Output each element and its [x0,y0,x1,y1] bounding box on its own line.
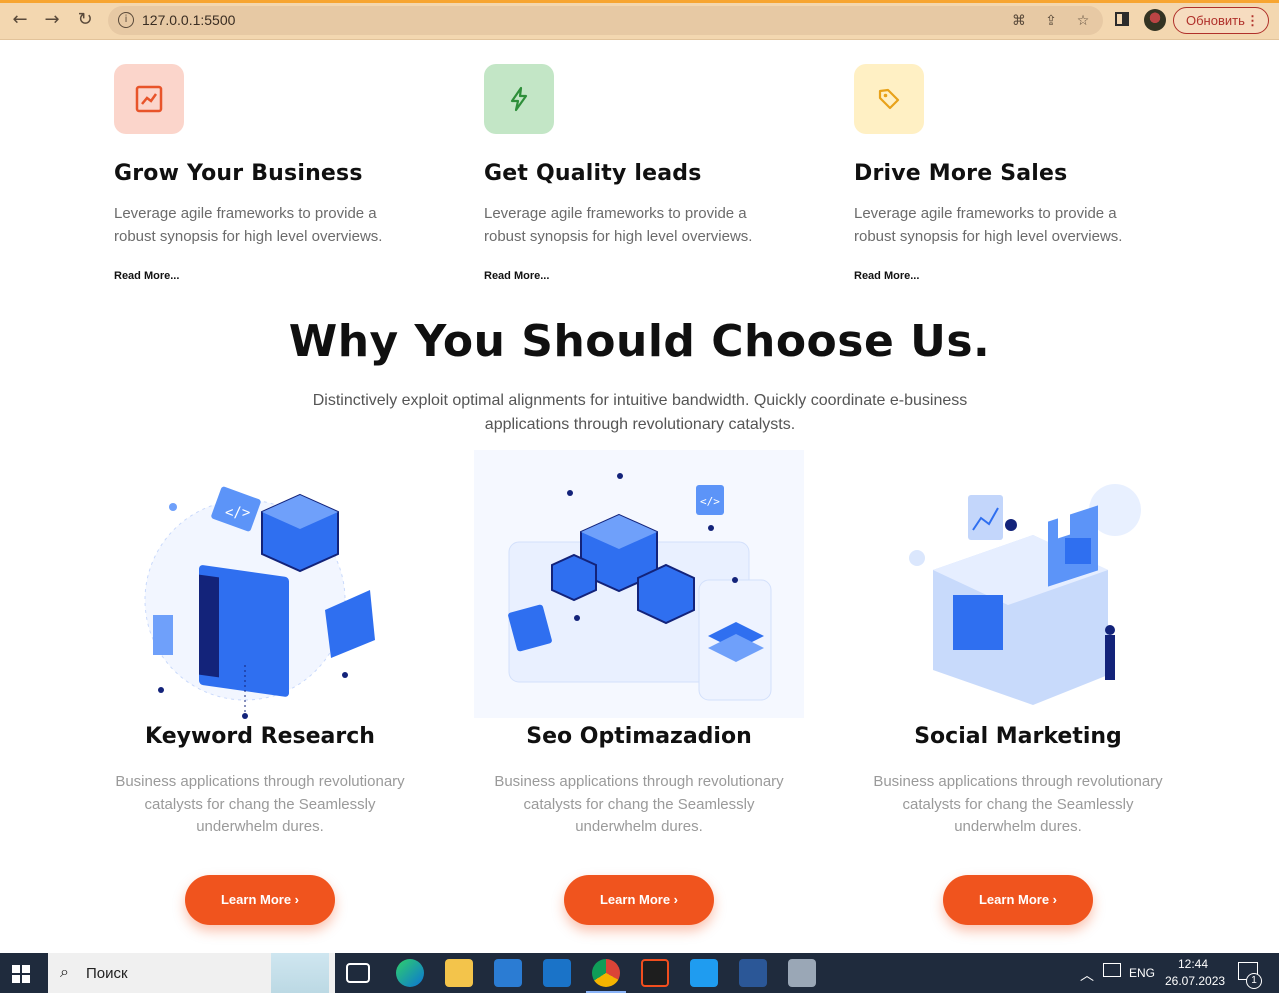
keyword-research-illustration: </> [95,450,425,720]
social-marketing-illustration [853,450,1183,720]
address-bar[interactable]: i 127.0.0.1:5500 ⌘ ⇪ ☆ [108,6,1103,35]
site-info-icon[interactable]: i [118,12,134,28]
feature-title: Grow Your Business [114,161,363,186]
read-more-link[interactable]: Read More... [854,270,1154,282]
store-icon[interactable] [494,959,522,987]
update-button-label: Обновить [1186,13,1245,28]
read-more-link[interactable]: Read More... [484,270,784,282]
side-panel-icon[interactable] [1115,12,1129,26]
windows-taskbar: ⌕ Поиск ︿ ENG 12:44 26.07.2023 1 [0,953,1279,993]
feature-title: Get Quality leads [484,161,702,186]
tab-strip-edge [0,0,1279,3]
svg-text:</>: </> [700,495,720,508]
taskbar-search[interactable]: ⌕ Поиск [48,953,335,993]
file-explorer-icon[interactable] [445,959,473,987]
service-text: Business applications through revolution… [115,773,405,835]
reload-icon[interactable]: ↻ [74,9,96,31]
browser-toolbar: ← → ↻ i 127.0.0.1:5500 ⌘ ⇪ ☆ Обновить ⋮ [0,0,1279,40]
tag-icon [854,64,924,134]
service-seo-optimization: </> Seo Optimazadion Business applicatio… [454,450,824,925]
word-icon[interactable] [739,959,767,987]
edge-browser-icon[interactable] [396,959,424,987]
clock-date[interactable]: 26.07.2023 [1165,974,1225,993]
profile-avatar[interactable] [1144,9,1166,31]
section-subtitle: Distinctively exploit optimal alignments… [312,392,968,433]
chart-trend-icon [114,64,184,134]
figma-icon[interactable] [641,959,669,987]
learn-more-button[interactable]: Learn More › [943,874,1093,925]
service-keyword-research: </> Keyword Research Business applicatio… [95,450,425,925]
calculator-icon[interactable] [788,959,816,987]
feature-text: Leverage agile frameworks to provide a r… [854,205,1123,245]
service-text: Business applications through revolution… [873,773,1163,835]
feature-text: Leverage agile frameworks to provide a r… [484,205,753,245]
service-social-marketing: Social Marketing Business applications t… [853,450,1183,925]
url-text[interactable]: 127.0.0.1:5500 [142,12,235,28]
svg-text:</>: </> [225,505,250,521]
service-text: Business applications through revolution… [494,773,784,835]
feature-text: Leverage agile frameworks to provide a r… [114,205,383,245]
learn-more-button[interactable]: Learn More › [185,874,335,925]
notification-count: 1 [1246,973,1262,989]
task-view-icon[interactable] [346,963,370,983]
bookmark-star-icon[interactable]: ☆ [1074,12,1092,30]
service-title: Social Marketing [914,724,1122,749]
feature-quality-leads: Get Quality leads Leverage agile framewo… [484,64,784,282]
seo-illustration: </> [454,450,824,720]
service-title: Seo Optimazadion [526,724,752,749]
section-title: Why You Should Choose Us. [288,316,991,367]
search-icon: ⌕ [60,962,69,981]
feature-title: Drive More Sales [854,161,1068,186]
lightning-icon [484,64,554,134]
feature-drive-sales: Drive More Sales Leverage agile framewor… [854,64,1154,282]
tray-chevron-icon[interactable]: ︿ [1080,965,1094,993]
language-indicator[interactable]: ENG [1129,966,1155,993]
search-highlight-image [271,953,329,993]
network-icon[interactable] [1103,963,1121,977]
back-icon[interactable]: ← [9,9,31,31]
learn-more-button[interactable]: Learn More › [564,874,714,925]
mail-icon[interactable] [543,959,571,987]
forward-icon[interactable]: → [41,9,63,31]
windows-start-icon[interactable] [12,965,30,983]
search-placeholder: Поиск [86,965,128,982]
update-button[interactable]: Обновить ⋮ [1173,7,1269,34]
translate-icon[interactable]: ⌘ [1010,12,1028,30]
vscode-icon[interactable] [690,959,718,987]
share-icon[interactable]: ⇪ [1042,12,1060,30]
menu-dots-icon[interactable]: ⋮ [1246,8,1259,33]
service-title: Keyword Research [145,724,375,749]
chrome-icon[interactable] [586,959,626,993]
feature-grow-business: Grow Your Business Leverage agile framew… [114,64,414,282]
read-more-link[interactable]: Read More... [114,270,414,282]
